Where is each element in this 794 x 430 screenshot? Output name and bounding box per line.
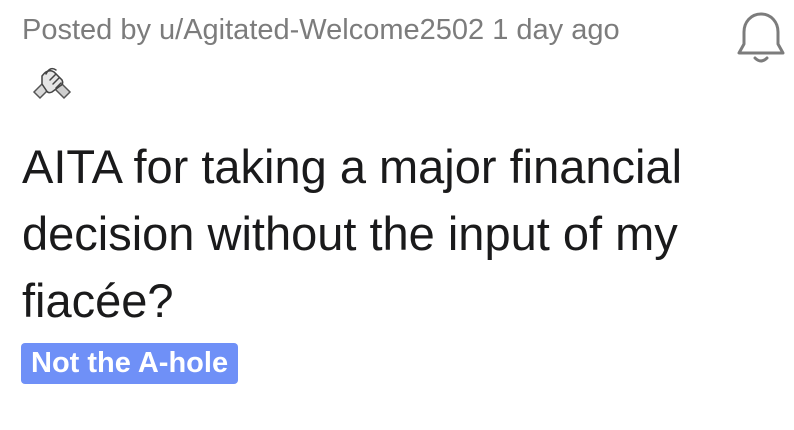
post-header: Posted by u/Agitated-Welcome2502 1 day a… — [0, 0, 794, 430]
bell-icon[interactable] — [734, 10, 788, 66]
handshake-award-icon — [32, 67, 72, 100]
post-flair-badge[interactable]: Not the A-hole — [21, 343, 239, 384]
post-title[interactable]: AITA for taking a major financial decisi… — [22, 133, 782, 334]
post-meta: Posted by u/Agitated-Welcome2502 1 day a… — [22, 14, 620, 46]
